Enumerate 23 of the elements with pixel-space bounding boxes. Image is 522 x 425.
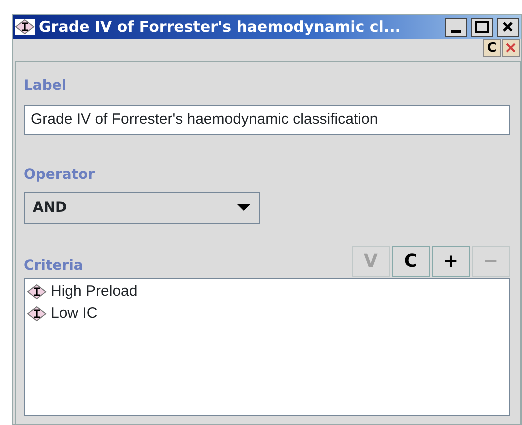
operator-dropdown[interactable]: AND bbox=[24, 192, 260, 224]
maximize-icon bbox=[475, 21, 489, 33]
minimize-button[interactable] bbox=[445, 18, 467, 36]
toolbar-button[interactable]: C bbox=[483, 39, 501, 57]
dropdown-arrow-icon bbox=[237, 204, 251, 212]
node-icon bbox=[15, 19, 35, 35]
dropdown-value: AND bbox=[33, 198, 68, 218]
maximize-button[interactable] bbox=[471, 18, 493, 36]
field-label: Criteria bbox=[24, 257, 84, 276]
criteria-item[interactable]: High Preload bbox=[51, 280, 138, 304]
window-title: Grade IV of Forrester's haemodynamic cl... bbox=[39, 16, 402, 38]
criteria-item[interactable]: Low IC bbox=[51, 302, 98, 326]
node-icon bbox=[27, 306, 47, 322]
minimize-icon bbox=[451, 30, 461, 32]
close-icon bbox=[502, 21, 514, 33]
criteria-button[interactable]: C bbox=[392, 246, 430, 277]
field-label: Label bbox=[24, 77, 68, 96]
node-icon bbox=[27, 284, 47, 300]
field-label: Operator bbox=[24, 166, 96, 185]
delete-icon bbox=[506, 43, 516, 53]
criteria-button[interactable]: + bbox=[432, 246, 470, 277]
close-button[interactable] bbox=[497, 18, 519, 36]
label-input-field[interactable]: Grade IV of Forrester's haemodynamic classification bbox=[24, 105, 510, 135]
